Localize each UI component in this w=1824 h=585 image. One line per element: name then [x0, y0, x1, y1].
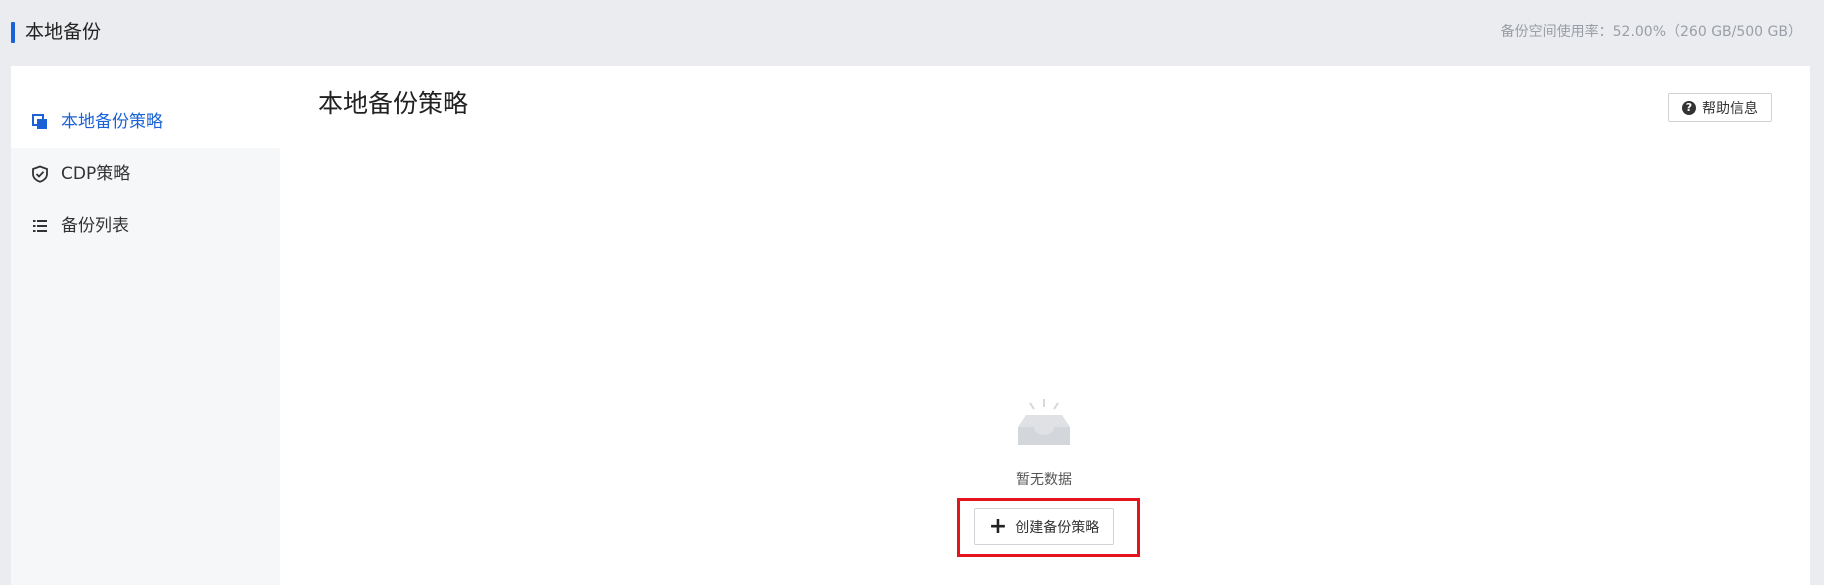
- page-header-title: 本地备份: [25, 21, 102, 43]
- top-bar: 本地备份 备份空间使用率：52.00%（260 GB/500 GB）: [0, 0, 1824, 66]
- empty-box-icon: [1018, 399, 1070, 445]
- create-button-label: 创建备份策略: [1015, 519, 1100, 536]
- question-circle-icon: ?: [1682, 100, 1696, 115]
- sidebar-item-label: 备份列表: [61, 216, 129, 236]
- plus-icon: +: [988, 513, 1008, 539]
- help-button-label: 帮助信息: [1702, 100, 1758, 117]
- title-accent-bar: [11, 22, 15, 43]
- storage-usage-text: 备份空间使用率：52.00%（260 GB/500 GB）: [1500, 24, 1802, 40]
- sidebar-item-backup-list[interactable]: 备份列表: [11, 200, 280, 252]
- shield-check-icon: [32, 165, 48, 183]
- list-icon: [33, 220, 47, 232]
- empty-state-text: 暂无数据: [1016, 472, 1072, 488]
- content-title: 本地备份策略: [318, 89, 469, 118]
- sidebar-item-local-backup-policy[interactable]: 本地备份策略: [11, 96, 280, 148]
- copy-icon: [32, 114, 47, 129]
- sidebar: 本地备份策略 CDP策略 备份列表: [11, 96, 280, 585]
- sidebar-item-label: 本地备份策略: [61, 112, 163, 132]
- main-panel: 本地备份策略 CDP策略 备份列表 本地备份策略 ? 帮助信息 暂无数据 + 创…: [11, 66, 1810, 585]
- sidebar-item-label: CDP策略: [61, 164, 131, 184]
- help-button[interactable]: ? 帮助信息: [1668, 93, 1772, 122]
- sidebar-item-cdp-policy[interactable]: CDP策略: [11, 148, 280, 200]
- create-backup-policy-button[interactable]: + 创建备份策略: [974, 508, 1114, 545]
